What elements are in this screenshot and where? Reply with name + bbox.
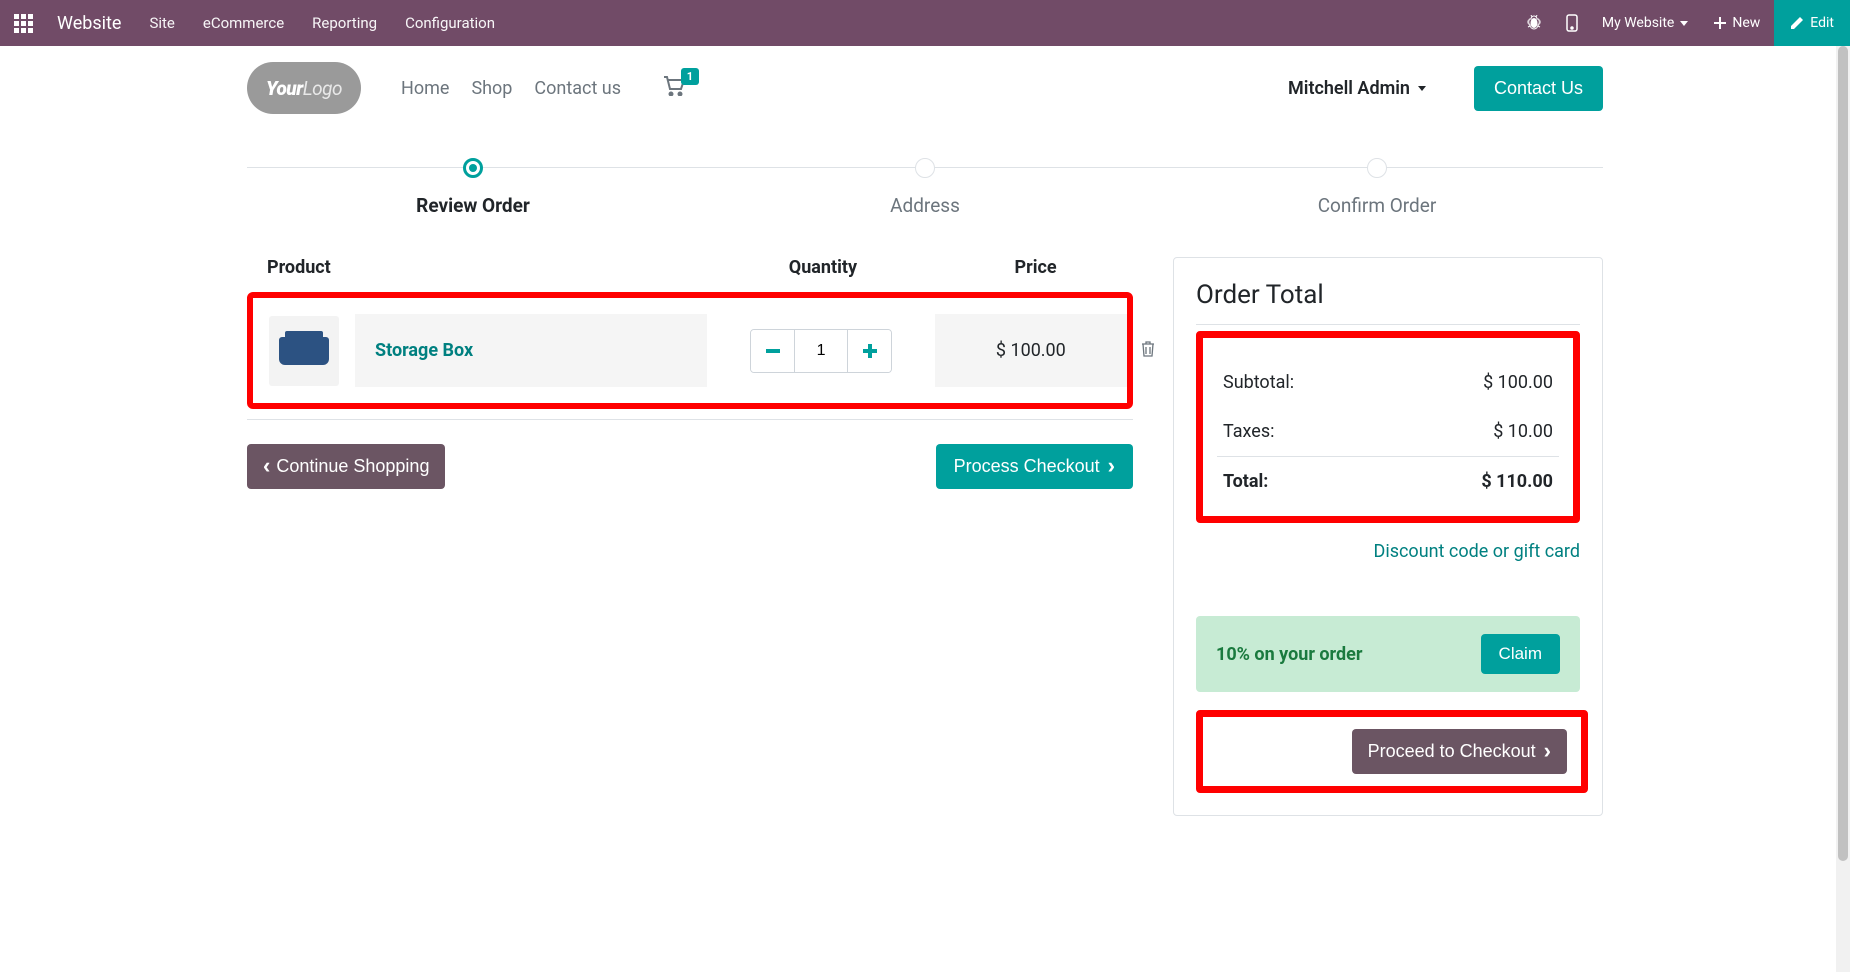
pencil-icon	[1790, 16, 1804, 30]
new-button-label: New	[1732, 15, 1760, 31]
topbar-menu-ecommerce[interactable]: eCommerce	[203, 14, 284, 32]
plus-icon	[863, 344, 877, 358]
storage-box-icon	[279, 337, 329, 365]
remove-line-button[interactable]	[1141, 341, 1155, 361]
chevron-right-icon	[1108, 455, 1115, 478]
logo-text-1: Your	[266, 77, 303, 100]
user-menu[interactable]: Mitchell Admin	[1288, 78, 1426, 99]
order-total-panel: Order Total Subtotal: $ 100.00 Taxes: $ …	[1173, 257, 1603, 816]
col-header-quantity: Quantity	[708, 257, 938, 278]
topbar-menu-configuration[interactable]: Configuration	[405, 14, 495, 32]
promo-box: 10% on your order Claim	[1196, 616, 1580, 692]
contact-us-button[interactable]: Contact Us	[1474, 66, 1603, 111]
minus-icon	[766, 349, 780, 353]
step-address[interactable]: Address	[699, 158, 1151, 217]
totals-highlight: Subtotal: $ 100.00 Taxes: $ 10.00 Total:…	[1196, 331, 1580, 523]
col-header-product: Product	[247, 257, 708, 278]
qty-input[interactable]	[795, 330, 847, 372]
scrollbar[interactable]	[1836, 46, 1850, 972]
logo-text-2: Logo	[303, 77, 342, 100]
caret-down-icon	[1418, 86, 1426, 91]
chevron-right-icon	[1544, 740, 1551, 763]
website-switcher[interactable]: My Website	[1590, 0, 1700, 46]
continue-shopping-button[interactable]: Continue Shopping	[247, 444, 445, 489]
proceed-to-checkout-button[interactable]: Proceed to Checkout	[1352, 729, 1567, 774]
total-value: $ 110.00	[1481, 471, 1553, 492]
checkout-highlight: Proceed to Checkout	[1196, 710, 1588, 793]
discount-code-link[interactable]: Discount code or gift card	[1374, 541, 1580, 562]
cart-section: Product Quantity Price Storage Box	[247, 257, 1133, 489]
qty-increase-button[interactable]	[847, 330, 891, 372]
step-review-order[interactable]: Review Order	[247, 158, 699, 217]
taxes-label: Taxes:	[1223, 421, 1275, 442]
product-thumbnail[interactable]	[269, 316, 339, 386]
taxes-value: $ 10.00	[1493, 421, 1553, 442]
checkout-steps: Review Order Address Confirm Order	[247, 158, 1603, 217]
proceed-to-checkout-label: Proceed to Checkout	[1368, 741, 1536, 762]
nav-links: Home Shop Contact us	[401, 78, 621, 99]
subtotal-value: $ 100.00	[1483, 372, 1553, 393]
cart-row: Storage Box $ 100.00	[253, 298, 1127, 403]
mobile-icon[interactable]	[1554, 0, 1590, 46]
bug-icon[interactable]	[1514, 0, 1554, 46]
new-button[interactable]: New	[1700, 0, 1774, 46]
topbar-menu-reporting[interactable]: Reporting	[312, 14, 377, 32]
edit-button-label: Edit	[1810, 15, 1834, 31]
cart-icon[interactable]: 1	[663, 76, 685, 101]
nav-shop[interactable]: Shop	[471, 78, 512, 99]
promo-text: 10% on your order	[1216, 644, 1362, 665]
plus-icon	[1714, 17, 1726, 29]
qty-decrease-button[interactable]	[751, 330, 795, 372]
apps-icon[interactable]	[8, 8, 39, 39]
site-logo[interactable]: YourLogo	[247, 62, 361, 114]
caret-down-icon	[1680, 21, 1688, 26]
step-label: Review Order	[247, 194, 699, 217]
trash-icon	[1141, 341, 1155, 357]
nav-contact[interactable]: Contact us	[534, 78, 621, 99]
quantity-stepper	[750, 329, 892, 373]
website-switcher-label: My Website	[1602, 15, 1674, 31]
process-checkout-label: Process Checkout	[954, 456, 1100, 477]
product-name-link[interactable]: Storage Box	[355, 314, 707, 387]
subtotal-label: Subtotal:	[1223, 372, 1294, 393]
continue-shopping-label: Continue Shopping	[276, 456, 429, 477]
nav-home[interactable]: Home	[401, 78, 449, 99]
line-price: $ 100.00	[935, 314, 1127, 387]
process-checkout-button[interactable]: Process Checkout	[936, 444, 1133, 489]
edit-button[interactable]: Edit	[1774, 0, 1850, 46]
user-name: Mitchell Admin	[1288, 78, 1410, 99]
total-label: Total:	[1223, 471, 1268, 492]
step-label: Confirm Order	[1151, 194, 1603, 217]
col-header-price: Price	[938, 257, 1133, 278]
step-dot-icon	[915, 158, 935, 178]
chevron-left-icon	[263, 455, 270, 478]
topbar-brand[interactable]: Website	[57, 13, 121, 34]
cart-row-highlight: Storage Box $ 100.00	[247, 292, 1133, 409]
step-confirm-order[interactable]: Confirm Order	[1151, 158, 1603, 217]
admin-topbar: Website Site eCommerce Reporting Configu…	[0, 0, 1850, 46]
topbar-menu: Site eCommerce Reporting Configuration	[149, 14, 495, 32]
step-dot-icon	[1367, 158, 1387, 178]
step-label: Address	[699, 194, 1151, 217]
claim-button[interactable]: Claim	[1481, 634, 1560, 674]
site-header: YourLogo Home Shop Contact us 1 Mitchell…	[193, 46, 1657, 130]
order-total-title: Order Total	[1196, 280, 1580, 310]
cart-badge: 1	[681, 68, 699, 85]
topbar-menu-site[interactable]: Site	[149, 14, 174, 32]
step-dot-active-icon	[463, 158, 483, 178]
scrollbar-thumb[interactable]	[1838, 46, 1848, 861]
